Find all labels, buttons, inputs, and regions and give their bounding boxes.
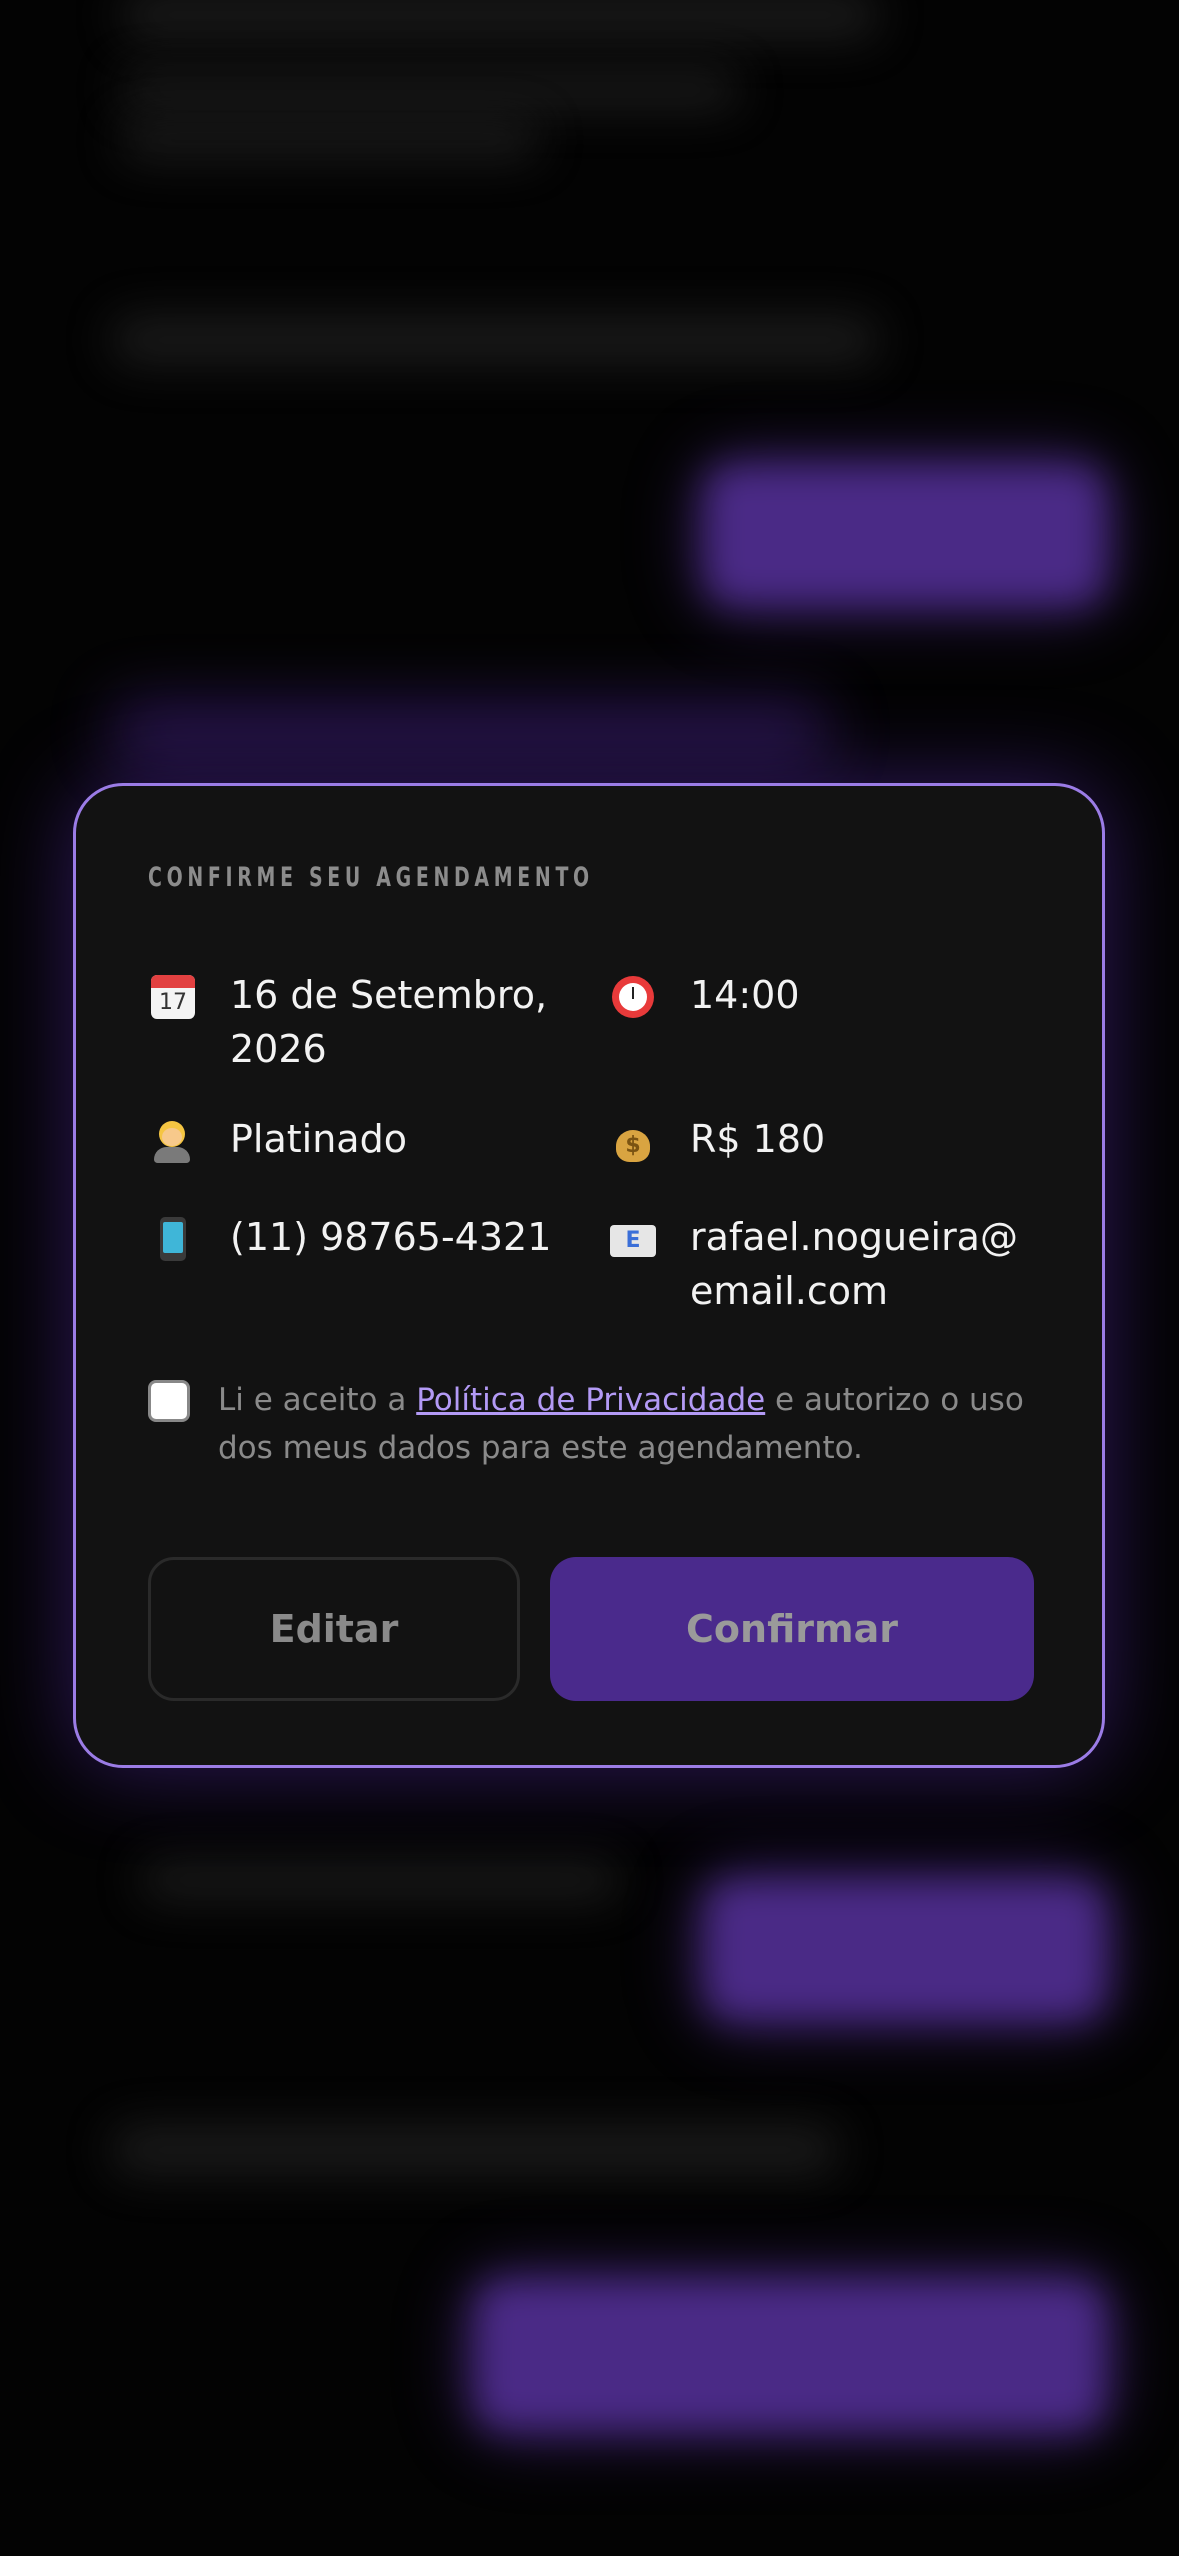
price-value: R$ 180 — [690, 1117, 826, 1161]
blurred-button — [475, 2280, 1105, 2430]
blurred-text-block — [120, 120, 540, 160]
blurred-text-block — [110, 2125, 840, 2175]
confirm-button[interactable]: Confirmar — [550, 1557, 1034, 1701]
barber-person-icon — [148, 1116, 198, 1166]
detail-price: $ R$ 180 — [608, 1112, 1028, 1166]
modal-title: CONFIRME SEU AGENDAMENTO — [148, 862, 594, 893]
privacy-policy-link[interactable]: Política de Privacidade — [416, 1382, 765, 1418]
phone-value: (11) 98765-4321 — [230, 1215, 552, 1259]
detail-time: 14:00 — [608, 968, 1028, 1022]
mobile-phone-icon — [148, 1214, 198, 1264]
privacy-consent: Li e aceito a Política de Privacidade e … — [148, 1376, 1028, 1472]
blurred-button — [705, 1880, 1105, 2020]
calendar-icon: 17 — [148, 972, 198, 1022]
time-value: 14:00 — [690, 973, 800, 1017]
privacy-consent-checkbox[interactable] — [148, 1380, 190, 1422]
money-bag-icon: $ — [608, 1116, 658, 1166]
detail-date: 17 16 de Setembro, 2026 — [148, 968, 558, 1076]
blurred-text-block — [120, 70, 740, 110]
service-value: Platinado — [230, 1117, 407, 1161]
blurred-row — [110, 700, 830, 760]
consent-text-before: Li e aceito a — [218, 1382, 417, 1418]
date-value: 16 de Setembro, 2026 — [230, 973, 548, 1071]
confirmation-modal: CONFIRME SEU AGENDAMENTO 17 16 de Setemb… — [73, 783, 1105, 1768]
detail-email: E rafael.nogueira@email.com — [608, 1210, 1038, 1318]
email-value: rafael.nogueira@email.com — [690, 1215, 1018, 1313]
detail-phone: (11) 98765-4321 — [148, 1210, 588, 1264]
email-icon: E — [608, 1214, 658, 1264]
detail-service: Platinado — [148, 1112, 558, 1166]
blurred-button — [705, 465, 1105, 605]
blurred-text-block — [110, 315, 880, 365]
edit-button[interactable]: Editar — [148, 1557, 520, 1701]
blurred-text-block — [140, 1860, 620, 1900]
alarm-clock-icon — [608, 972, 658, 1022]
privacy-consent-text: Li e aceito a Política de Privacidade e … — [218, 1376, 1028, 1472]
blurred-text-block — [120, 0, 880, 40]
